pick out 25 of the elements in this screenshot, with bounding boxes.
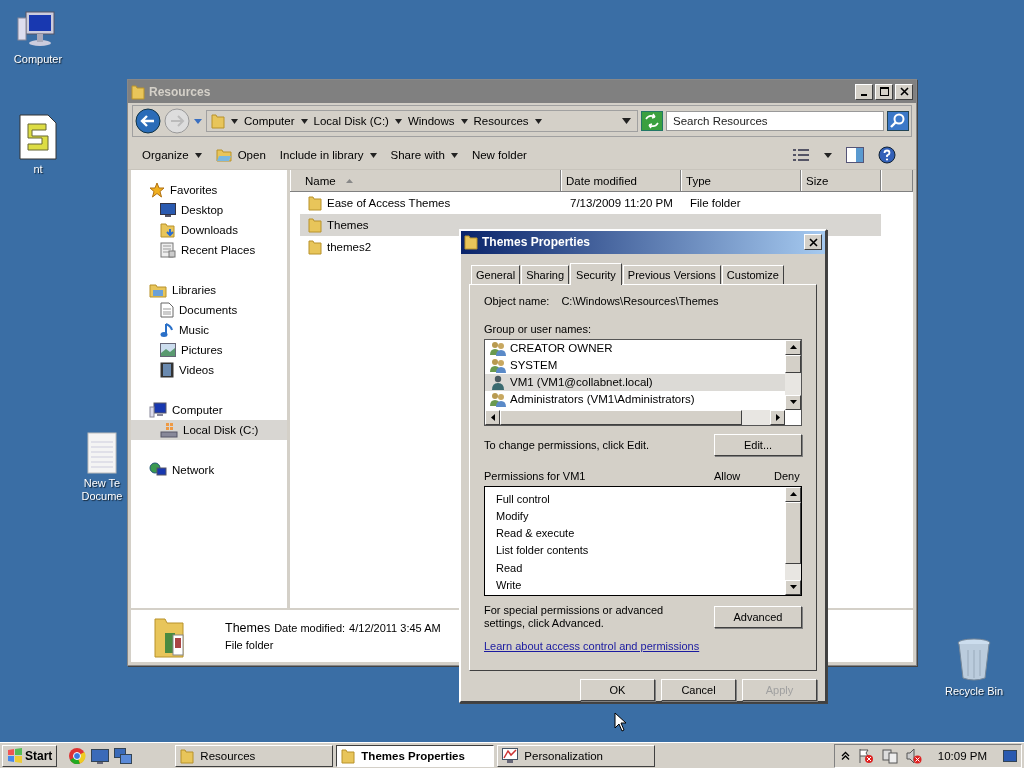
permission-name: Full control xyxy=(496,491,551,507)
desktop-icon-label: Docume xyxy=(81,490,123,503)
note-text: To change permissions, click Edit. xyxy=(484,438,650,451)
section-label: Group or user names: xyxy=(484,322,592,335)
permission-name: Modify xyxy=(496,509,530,524)
desktop-icon-label: nt xyxy=(33,163,43,176)
permission-name: List folder contents xyxy=(496,543,590,559)
desktop-icon-label: New Te xyxy=(83,477,121,490)
object-name-label: Object name: xyxy=(484,294,550,307)
permission-name: Write xyxy=(496,577,523,593)
desktop-icon-label: Computer xyxy=(13,53,63,66)
date-label: Date modified: xyxy=(274,622,346,634)
date-value: 4/12/2011 3:45 AM xyxy=(349,622,441,634)
dialog-title: Themes Properties xyxy=(482,235,591,250)
window-title: Resources xyxy=(149,84,211,99)
permission-name: Read & execute xyxy=(496,526,576,542)
note-text: For special permissions or advanced settings, click Advanced. xyxy=(484,603,665,630)
column-header: Allow xyxy=(714,469,742,482)
permission-name: Read xyxy=(496,560,524,576)
item-name: Themes xyxy=(225,621,271,635)
desktop-icon-label: Recycle Bin xyxy=(944,685,1004,698)
section-label: Permissions for VM1 xyxy=(484,469,587,482)
column-header: Deny xyxy=(774,469,801,482)
object-name-value: C:\Windows\Resources\Themes xyxy=(561,294,719,307)
item-type: File folder xyxy=(225,639,275,651)
